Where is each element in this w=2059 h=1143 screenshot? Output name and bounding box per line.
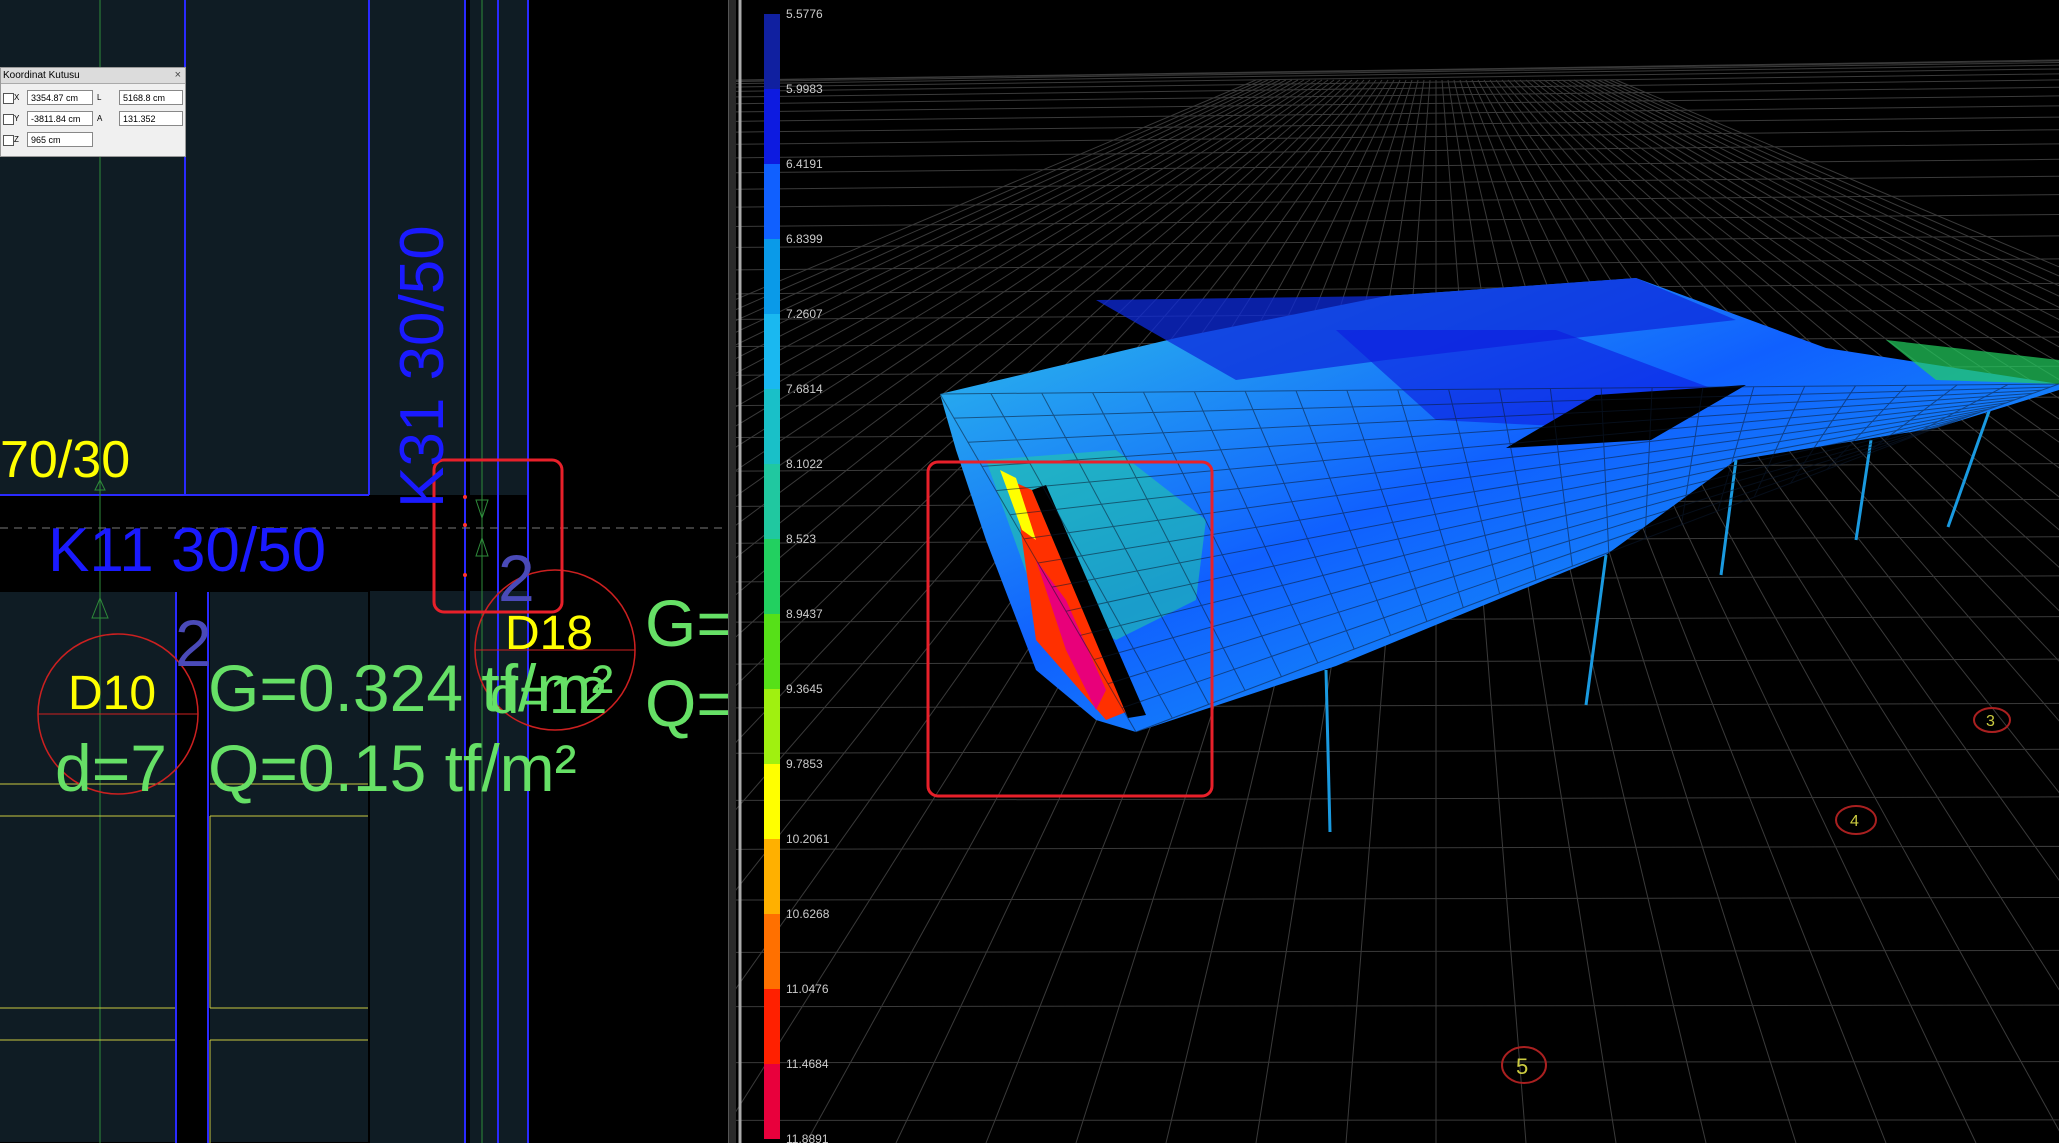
y-label: Y — [14, 114, 20, 123]
legend-swatch — [764, 689, 780, 764]
grid-line — [736, 214, 2059, 228]
svg-text:5: 5 — [1516, 1054, 1528, 1079]
slab-thickness: d=7 — [55, 731, 167, 805]
grid-line — [736, 1004, 2059, 1008]
legend-swatch — [764, 764, 780, 839]
y-checkbox[interactable] — [3, 114, 14, 125]
grid-line — [736, 1119, 2059, 1121]
z-checkbox[interactable] — [3, 135, 14, 146]
legend-label: 9.3645 — [786, 682, 823, 696]
legend-swatch — [764, 314, 780, 389]
z-label: Z — [14, 135, 19, 144]
a-value-field[interactable]: 131.352 — [119, 111, 183, 126]
grid-line — [736, 64, 2059, 85]
beam-label: 70/30 — [0, 431, 131, 489]
legend-label: 11.0476 — [786, 982, 829, 996]
coord-row-z: Z 965 cm — [1, 132, 185, 148]
svg-text:4: 4 — [1850, 813, 1859, 830]
plan-view[interactable]: 70/30 K11 30/50 K31 30/50 2 2 D10 d=7 D1… — [0, 0, 728, 1143]
legend-swatch — [764, 89, 780, 164]
load-q-label-partial: Q= — [645, 666, 728, 740]
legend-label: 6.8399 — [786, 232, 823, 246]
a-label: A — [97, 114, 103, 123]
legend-label: 8.1022 — [786, 457, 823, 471]
legend-swatch — [764, 239, 780, 314]
legend-label: 5.5776 — [786, 7, 823, 21]
legend-swatch — [764, 839, 780, 914]
grid-line — [736, 194, 2059, 208]
load-g-label-partial: G= — [645, 586, 728, 660]
grid-line — [736, 949, 2059, 953]
grid-line — [736, 658, 2059, 665]
legend-label: 10.2061 — [786, 832, 830, 846]
legend-label: 8.9437 — [786, 607, 823, 621]
legend-swatch — [764, 914, 780, 989]
coord-row-x: X 3354.87 cm L 5168.8 cm — [1, 90, 185, 106]
3d-canvas: 3 4 5 — [736, 59, 2059, 1143]
grid-line — [736, 129, 2059, 145]
x-checkbox[interactable] — [3, 93, 14, 104]
marker-dot — [463, 573, 467, 577]
axis-marker-4: 4 — [1835, 805, 1877, 835]
grid-line — [736, 60, 2059, 81]
axis-marker-5: 5 — [1501, 1046, 1547, 1084]
slab-label-d10: D10 — [68, 667, 157, 720]
slab-panel — [186, 0, 369, 495]
column — [1324, 669, 1332, 833]
span-number: 2 — [498, 541, 535, 615]
legend-bar: 5.5776 5.9983 6.4191 6.8399 7.2607 7.6814 8.10… — [738, 0, 830, 1143]
grid-line — [736, 748, 2059, 754]
legend-label: 11.8891 — [786, 1132, 829, 1143]
beam-label-k11: K11 30/50 — [48, 516, 327, 585]
legend-label: 7.6814 — [786, 382, 823, 396]
legend-swatch — [764, 164, 780, 239]
load-g-label: G=0.324 tf/m² — [208, 651, 614, 725]
close-icon[interactable]: × — [175, 68, 181, 83]
legend-swatch — [764, 1064, 780, 1139]
l-label: L — [97, 93, 102, 102]
legend-label: 9.7853 — [786, 757, 823, 771]
3d-result-view[interactable]: 3 4 5 5.5776 5.9983 6.4191 6.8399 7.2607 7.68… — [736, 0, 2059, 1143]
span-number: 2 — [175, 606, 212, 680]
z-value-field[interactable]: 965 cm — [27, 132, 93, 147]
beam-label-k31: K31 30/50 — [388, 225, 457, 508]
legend-label: 8.523 — [786, 532, 816, 546]
grid-line — [736, 95, 2059, 113]
grid-line — [1489, 79, 2059, 881]
l-value-field[interactable]: 5168.8 cm — [119, 90, 183, 105]
legend-swatch — [764, 989, 780, 1064]
legend-label: 6.4191 — [786, 157, 823, 171]
legend-label: 10.6268 — [786, 907, 830, 921]
legend-label: 5.9983 — [786, 82, 823, 96]
grid-line — [1477, 79, 2059, 1132]
svg-text:3: 3 — [1986, 713, 1995, 730]
grid-line — [736, 702, 2059, 709]
axis-marker-3: 3 — [1973, 707, 2011, 733]
legend-swatch — [764, 464, 780, 539]
y-value-field[interactable]: -3811.84 cm — [27, 111, 93, 126]
legend-swatch — [764, 389, 780, 464]
legend-label: 7.2607 — [786, 307, 823, 321]
grid-line — [736, 845, 2059, 850]
x-value-field[interactable]: 3354.87 cm — [27, 90, 93, 105]
grid-line — [1447, 79, 1617, 1143]
coordinate-box[interactable]: Koordinat Kutusu × X 3354.87 cm L 5168.8… — [0, 67, 186, 157]
coordinate-box-title-text: Koordinat Kutusu — [3, 70, 80, 81]
marker-dot — [463, 523, 467, 527]
marker-dot — [463, 495, 467, 499]
load-q-label: Q=0.15 tf/m² — [208, 731, 577, 805]
column — [1719, 459, 1738, 576]
legend-swatch — [764, 614, 780, 689]
x-label: X — [14, 93, 20, 102]
coord-row-y: Y -3811.84 cm A 131.352 — [1, 111, 185, 127]
coordinate-box-title[interactable]: Koordinat Kutusu × — [1, 68, 185, 84]
legend-label: 11.4684 — [786, 1057, 829, 1071]
legend-swatch — [764, 539, 780, 614]
legend-swatch — [764, 14, 780, 89]
grid-line — [736, 143, 2059, 159]
